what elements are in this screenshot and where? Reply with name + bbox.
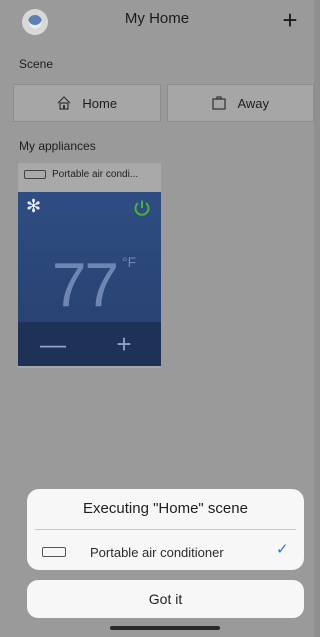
- checkmark-icon: ✓: [276, 541, 289, 558]
- appliances-label: My appliances: [19, 139, 96, 153]
- scene-away-button[interactable]: Away: [166, 84, 314, 122]
- dialog-title: Executing "Home" scene: [83, 500, 248, 517]
- page-title: My Home: [124, 10, 190, 27]
- air-conditioner-icon: [42, 547, 66, 557]
- temperature-value: 77: [52, 251, 119, 320]
- air-conditioner-icon: [24, 169, 46, 179]
- decrease-temperature-button[interactable]: —: [40, 331, 66, 357]
- home-indicator: [110, 626, 220, 630]
- scene-home-button[interactable]: Home: [13, 84, 161, 122]
- snowflake-icon: ✻: [26, 196, 42, 216]
- appliance-card[interactable]: Portable air condi... ✻ 77 °F — +: [18, 163, 161, 368]
- appliance-card-header: Portable air condi...: [18, 163, 161, 185]
- temperature-controls: — +: [18, 322, 161, 366]
- dialog-appliance-item: Portable air conditioner ✓: [42, 542, 292, 562]
- scene-buttons: Home Away: [13, 84, 314, 122]
- divider: [35, 529, 296, 530]
- appliance-control-panel[interactable]: ✻ 77 °F — +: [18, 192, 161, 366]
- power-icon[interactable]: [132, 198, 152, 218]
- screen: My Home + Scene Home Away My appliances …: [0, 0, 314, 637]
- suitcase-icon: [212, 96, 227, 110]
- top-bar: My Home +: [0, 0, 314, 44]
- scene-label: Scene: [19, 57, 54, 71]
- home-icon: [57, 96, 71, 110]
- add-button[interactable]: +: [278, 6, 302, 34]
- got-it-button[interactable]: Got it: [27, 580, 304, 618]
- scene-home-label: Home: [82, 95, 118, 111]
- appliance-name: Portable air condi...: [52, 168, 139, 180]
- scene-away-label: Away: [237, 95, 270, 111]
- scene-execution-dialog: Executing "Home" scene Portable air cond…: [27, 489, 304, 570]
- dialog-item-label: Portable air conditioner: [90, 544, 224, 560]
- increase-temperature-button[interactable]: +: [112, 331, 136, 357]
- temperature-unit: °F: [122, 254, 137, 270]
